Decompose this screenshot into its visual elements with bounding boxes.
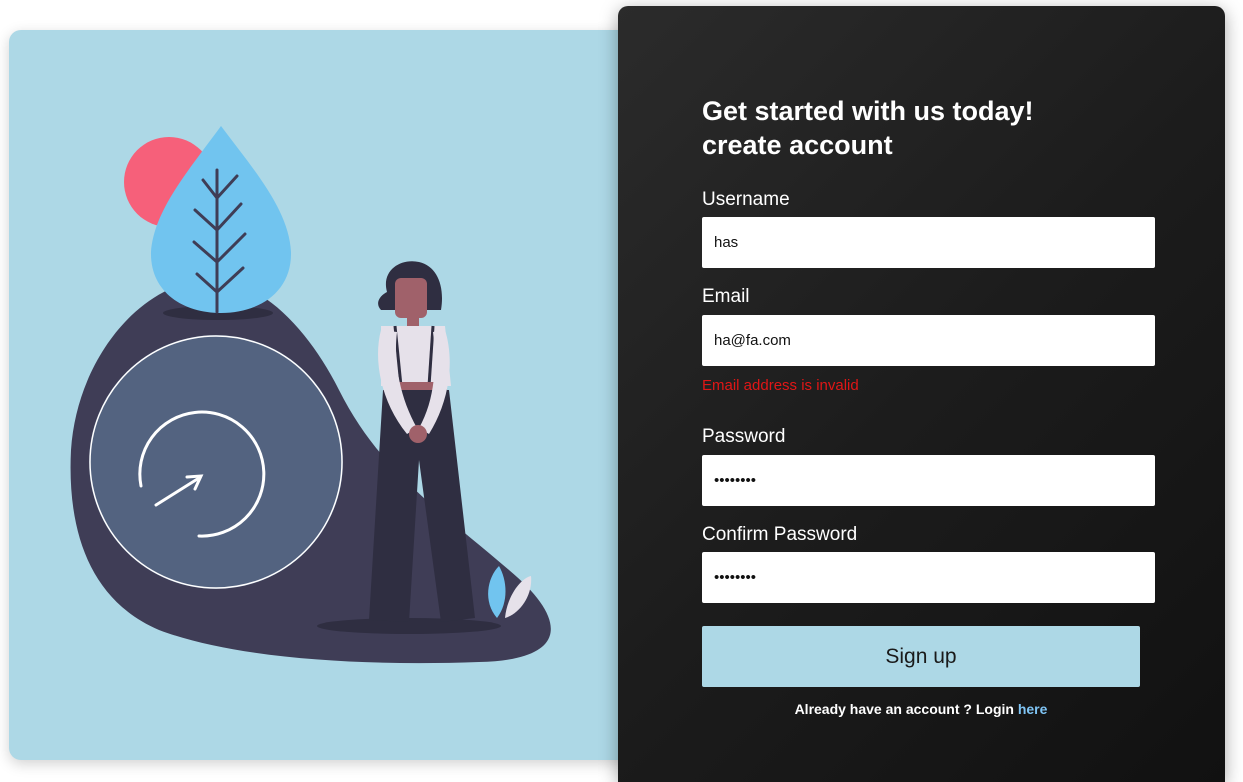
username-field[interactable]	[702, 217, 1155, 268]
confirm-password-field[interactable]	[702, 552, 1155, 603]
password-field[interactable]	[702, 455, 1155, 506]
login-prompt-text: Already have an account ? Login	[794, 701, 1014, 717]
title-line-1: Get started with us today!	[702, 96, 1034, 126]
password-label: Password	[702, 426, 786, 447]
signup-panel: Get started with us today! create accoun…	[618, 6, 1225, 782]
illustration-card	[9, 30, 649, 760]
email-error: Email address is invalid	[702, 377, 859, 394]
title-line-2: create account	[702, 130, 893, 160]
confirm-password-label: Confirm Password	[702, 524, 858, 545]
signup-illustration	[70, 126, 551, 664]
email-label: Email	[702, 286, 750, 307]
email-field[interactable]	[702, 315, 1155, 366]
username-label: Username	[702, 189, 790, 210]
signup-button[interactable]: Sign up	[702, 626, 1140, 687]
page-title: Get started with us today! create accoun…	[702, 94, 1162, 162]
login-link[interactable]: here	[1018, 701, 1048, 717]
login-prompt: Already have an account ? Login here	[702, 701, 1140, 717]
